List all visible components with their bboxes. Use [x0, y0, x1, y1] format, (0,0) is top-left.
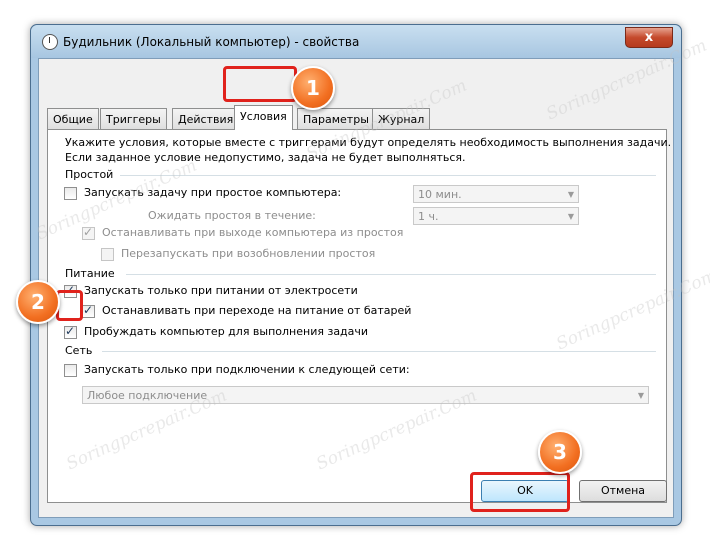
- start-on-idle-checkbox[interactable]: [64, 187, 77, 200]
- cancel-button[interactable]: Отмена: [579, 480, 667, 502]
- power-group-divider: [126, 274, 656, 275]
- window-title: Будильник (Локальный компьютер) - свойст…: [63, 35, 360, 49]
- stop-on-battery-label: Останавливать при переходе на питание от…: [102, 304, 412, 317]
- network-only-checkbox[interactable]: [64, 364, 77, 377]
- wait-duration-combo[interactable]: 1 ч. ▼: [413, 207, 579, 225]
- highlight-conditions-tab: [223, 66, 297, 102]
- highlight-ok-button: [470, 472, 570, 512]
- step-badge-3: 3: [538, 430, 582, 474]
- network-combo[interactable]: Любое подключение ▼: [82, 386, 649, 404]
- wait-duration-value: 1 ч.: [418, 210, 439, 223]
- power-group-label: Питание: [65, 267, 115, 280]
- wait-label: Ожидать простоя в течение:: [148, 209, 316, 222]
- tab-actions[interactable]: Действия: [172, 108, 240, 130]
- idle-group-label: Простой: [65, 168, 114, 181]
- tab-conditions[interactable]: Условия: [234, 105, 293, 130]
- idle-duration-combo[interactable]: 10 мин. ▼: [413, 185, 579, 203]
- chevron-down-icon: ▼: [567, 212, 574, 221]
- tab-settings[interactable]: Параметры: [297, 108, 375, 130]
- alarm-clock-icon: [42, 34, 58, 50]
- tab-general[interactable]: Общие: [47, 108, 99, 130]
- highlight-wake-checkbox: [56, 290, 83, 321]
- tab-history[interactable]: Журнал: [372, 108, 431, 130]
- description-line-2: Если заданное условие недопустимо, задач…: [65, 151, 466, 164]
- stop-on-idle-end-checkbox[interactable]: [82, 225, 95, 240]
- restart-on-idle-label: Перезапускать при возобновлении простоя: [121, 247, 376, 260]
- description-line-1: Укажите условия, которые вместе с тригге…: [65, 136, 672, 149]
- ac-only-label: Запускать только при питании от электрос…: [84, 284, 358, 297]
- step-badge-2: 2: [16, 280, 60, 324]
- title-bar[interactable]: Будильник (Локальный компьютер) - свойст…: [31, 25, 681, 58]
- tab-strip: Общие Триггеры Действия Условия Параметр…: [47, 105, 665, 130]
- network-only-label: Запускать только при подключении к следу…: [84, 363, 410, 376]
- stop-on-battery-checkbox[interactable]: [82, 303, 95, 318]
- wake-computer-label: Пробуждать компьютер для выполнения зада…: [84, 325, 369, 338]
- restart-on-idle-checkbox[interactable]: [101, 248, 114, 261]
- start-on-idle-label: Запускать задачу при простое компьютера:: [84, 186, 342, 199]
- chevron-down-icon: ▼: [637, 391, 644, 400]
- tab-triggers[interactable]: Триггеры: [100, 108, 167, 130]
- close-button[interactable]: x: [625, 27, 673, 48]
- chevron-down-icon: ▼: [567, 190, 574, 199]
- stop-on-idle-end-label: Останавливать при выходе компьютера из п…: [102, 226, 404, 239]
- properties-dialog: Будильник (Локальный компьютер) - свойст…: [30, 24, 682, 526]
- idle-duration-value: 10 мин.: [418, 188, 462, 201]
- network-value: Любое подключение: [87, 389, 208, 402]
- wake-computer-checkbox[interactable]: [64, 324, 77, 339]
- step-badge-1: 1: [291, 66, 335, 110]
- idle-group-divider: [120, 175, 656, 176]
- network-group-label: Сеть: [65, 344, 93, 357]
- network-group-divider: [102, 351, 656, 352]
